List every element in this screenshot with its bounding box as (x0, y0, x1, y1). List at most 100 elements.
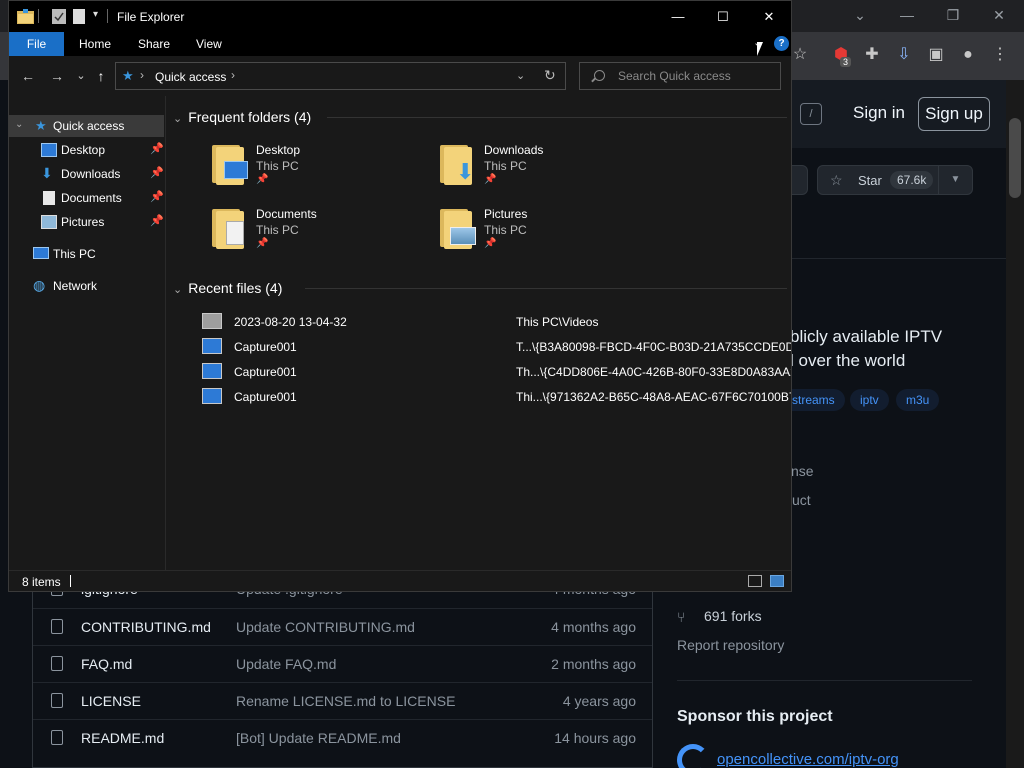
tab-view[interactable]: View (196, 32, 222, 56)
breadcrumb-chevron-icon[interactable]: › (140, 68, 144, 82)
tab-file[interactable]: File (9, 32, 64, 56)
browser-menu-icon[interactable]: ⋮ (989, 44, 1011, 66)
recent-locations-chevron-icon[interactable]: ⌄ (71, 66, 91, 86)
page-scrollbar[interactable] (1006, 80, 1024, 768)
address-bar[interactable]: ★ › Quick access › ⌄ ↻ (115, 62, 566, 90)
license-link[interactable]: nse (791, 463, 814, 479)
file-path: T...\{B3A80098-FBCD-4F0C-B03D-21A735CCDE… (516, 340, 792, 354)
window-title: File Explorer (117, 10, 185, 24)
sidebar-item-label: Pictures (61, 215, 105, 229)
table-row[interactable]: CONTRIBUTING.md Update CONTRIBUTING.md 4… (33, 608, 652, 645)
forward-arrow-icon[interactable]: → (47, 66, 67, 86)
maximize-button[interactable]: ☐ (700, 1, 746, 32)
scrollbar-thumb[interactable] (1009, 118, 1021, 198)
report-repository-link[interactable]: Report repository (677, 637, 784, 653)
address-dropdown-icon[interactable]: ⌄ (516, 69, 525, 82)
file-name[interactable]: LICENSE (81, 693, 141, 709)
tab-share[interactable]: Share (138, 32, 170, 56)
side-panel-icon[interactable]: ▣ (925, 44, 947, 66)
browser-minimize-button[interactable]: — (889, 4, 925, 26)
folder-tile-downloads[interactable]: ⬇ Downloads This PC 📌 (438, 143, 658, 193)
table-row[interactable]: LICENSE Rename LICENSE.md to LICENSE 4 y… (33, 682, 652, 719)
browser-close-button[interactable]: ✕ (981, 4, 1017, 26)
folder-tile-documents[interactable]: Documents This PC 📌 (210, 207, 430, 257)
commit-message[interactable]: [Bot] Update README.md (236, 730, 401, 746)
close-button[interactable]: ✕ (746, 1, 791, 32)
star-dropdown-icon[interactable]: ▼ (938, 166, 972, 194)
chevron-down-icon[interactable]: ⌄ (15, 119, 23, 130)
sidebar-item-desktop[interactable]: Desktop 📌 (9, 139, 164, 161)
file-name[interactable]: CONTRIBUTING.md (81, 619, 211, 635)
folder-tile-desktop[interactable]: Desktop This PC 📌 (210, 143, 430, 193)
pin-icon[interactable]: 📌 (150, 166, 164, 179)
commit-message[interactable]: Update FAQ.md (236, 656, 336, 672)
up-arrow-icon[interactable]: ↑ (91, 66, 111, 86)
refresh-icon[interactable]: ↻ (544, 67, 556, 84)
star-button[interactable]: ☆ Star 67.6k ▼ (817, 165, 973, 195)
table-row[interactable]: FAQ.md Update FAQ.md 2 months ago (33, 645, 652, 682)
explorer-titlebar[interactable]: ▾ File Explorer — ☐ ✕ (9, 1, 791, 32)
text-caret (70, 575, 71, 587)
new-folder-icon[interactable] (73, 9, 85, 24)
sidebar-item-network[interactable]: ◍ Network (9, 275, 164, 297)
recent-files-header[interactable]: ⌄ Recent files (4) (173, 280, 282, 296)
divider (677, 680, 972, 681)
downloads-folder-icon: ⬇ (438, 143, 478, 187)
list-item[interactable]: 2023-08-20 13-04-32 This PC\Videos (202, 311, 787, 333)
image-file-icon (202, 338, 222, 354)
chevron-down-icon[interactable]: ⌄ (173, 112, 182, 125)
sign-in-link[interactable]: Sign in (853, 103, 905, 123)
pin-icon[interactable]: 📌 (150, 142, 164, 155)
code-of-conduct-link[interactable]: uct (792, 492, 811, 508)
topic-iptv[interactable]: iptv (850, 389, 889, 411)
chevron-down-icon[interactable]: ⌄ (173, 283, 182, 296)
sidebar-item-this-pc[interactable]: This PC (9, 243, 164, 265)
breadcrumb-chevron-icon[interactable]: › (231, 68, 235, 82)
help-icon[interactable]: ? (774, 36, 789, 51)
star-count: 67.6k (890, 171, 934, 189)
download-arrow-icon: ⬇ (41, 165, 53, 181)
downloads-icon[interactable]: ⇩ (893, 44, 915, 66)
pin-icon[interactable]: 📌 (150, 190, 164, 203)
minimize-button[interactable]: — (655, 1, 701, 32)
bookmark-star-icon[interactable]: ☆ (789, 44, 811, 66)
details-view-icon[interactable] (748, 575, 762, 587)
file-name[interactable]: README.md (81, 730, 164, 746)
commit-message[interactable]: Rename LICENSE.md to LICENSE (236, 693, 455, 709)
sidebar-item-documents[interactable]: Documents 📌 (9, 187, 164, 209)
search-input[interactable] (618, 69, 773, 83)
frequent-folders-header[interactable]: ⌄ Frequent folders (4) (173, 109, 311, 125)
sidebar-item-quick-access[interactable]: ⌄ ★ Quick access (9, 115, 164, 137)
tab-home[interactable]: Home (79, 32, 111, 56)
back-arrow-icon[interactable]: ← (18, 66, 38, 86)
folder-tile-pictures[interactable]: Pictures This PC 📌 (438, 207, 658, 257)
browser-tab-search-icon[interactable]: ⌄ (842, 4, 878, 26)
network-icon: ◍ (33, 277, 46, 293)
large-icons-view-icon[interactable] (770, 575, 784, 587)
browser-restore-button[interactable]: ❐ (935, 4, 971, 26)
profile-icon[interactable]: ● (957, 44, 979, 66)
breadcrumb-quick-access[interactable]: Quick access (155, 70, 226, 84)
extensions-puzzle-icon[interactable]: ✚ (861, 44, 883, 66)
sign-up-button[interactable]: Sign up (918, 97, 990, 131)
list-item[interactable]: Capture001 Th...\{C4DD806E-4A0C-426B-80F… (202, 361, 791, 383)
search-shortcut-key[interactable]: / (800, 103, 822, 125)
commit-message[interactable]: Update CONTRIBUTING.md (236, 619, 415, 635)
pin-icon[interactable]: 📌 (150, 214, 164, 227)
file-name[interactable]: FAQ.md (81, 656, 132, 672)
opencollective-link[interactable]: opencollective.com/iptv-org (717, 751, 899, 768)
sidebar-item-label: Network (53, 279, 98, 293)
properties-icon[interactable] (52, 9, 66, 24)
topic-m3u[interactable]: m3u (896, 389, 940, 411)
search-box[interactable] (579, 62, 781, 90)
quick-access-toolbar-dropdown-icon[interactable]: ▾ (93, 9, 98, 20)
separator (38, 9, 39, 23)
table-row[interactable]: README.md [Bot] Update README.md 14 hour… (33, 719, 652, 756)
forks-count[interactable]: 691 forks (704, 608, 762, 624)
repo-action-button[interactable] (790, 165, 808, 195)
sidebar-item-pictures[interactable]: Pictures 📌 (9, 211, 164, 233)
list-item[interactable]: Capture001 Thi...\{971362A2-B65C-48A8-AE… (202, 386, 791, 408)
list-item[interactable]: Capture001 T...\{B3A80098-FBCD-4F0C-B03D… (202, 336, 791, 358)
sidebar-item-downloads[interactable]: ⬇ Downloads 📌 (9, 163, 164, 185)
status-bar: 8 items (9, 570, 791, 591)
